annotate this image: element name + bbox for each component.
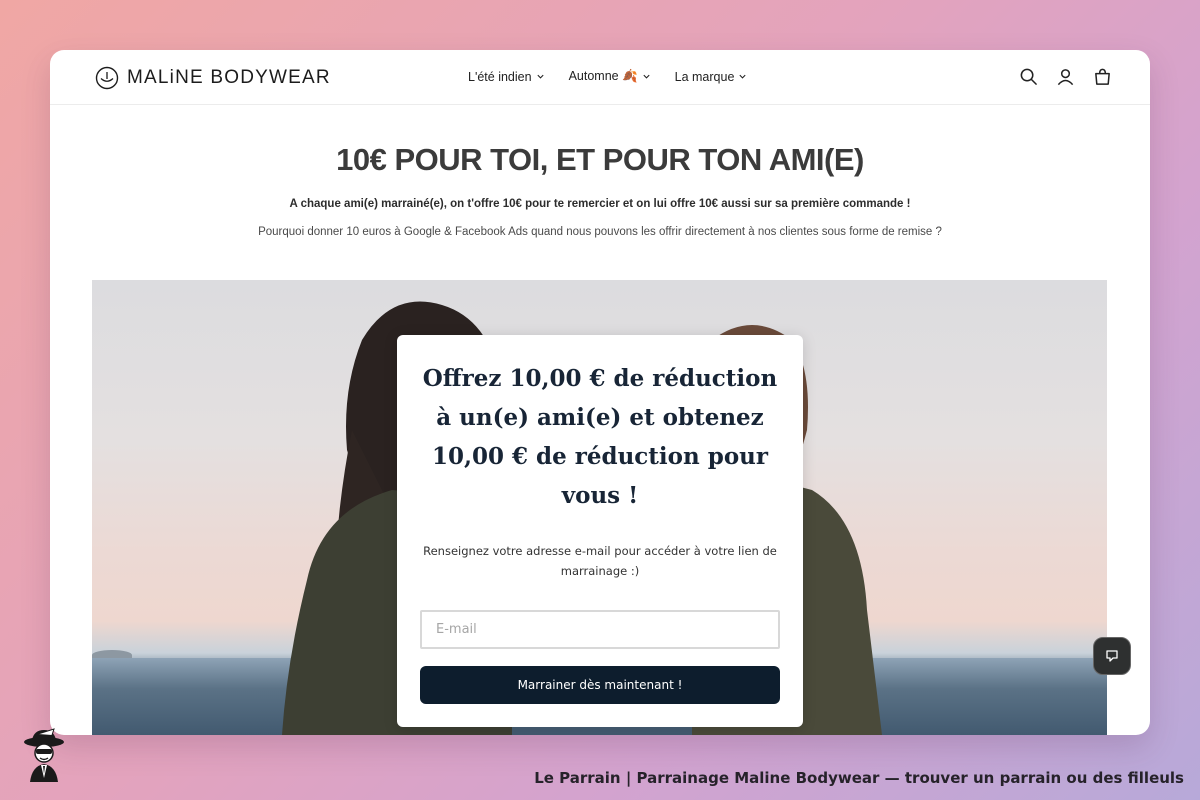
main-nav: L'été indien Automne 🍂 La marque (468, 69, 747, 84)
chevron-down-icon (643, 74, 650, 79)
cart-icon[interactable] (1093, 67, 1112, 86)
page-headline: 10€ POUR TOI, ET POUR TON AMI(E) (336, 142, 864, 177)
nav-item-automne[interactable]: Automne 🍂 (569, 69, 651, 84)
chat-bubble-icon (1106, 650, 1118, 662)
logo-mark-icon (95, 66, 119, 90)
browser-window: MALiNE BODYWEAR L'été indien Automne 🍂 L… (50, 50, 1150, 735)
nav-item-label: Automne 🍂 (568, 69, 638, 83)
referral-instructions: Renseignez votre adresse e-mail pour acc… (423, 544, 777, 578)
page-caption: Le Parrain | Parrainage Maline Bodywear … (534, 769, 1184, 787)
nav-item-la-marque[interactable]: La marque (675, 69, 748, 84)
referral-card: Offrez 10,00 € de réduction à un(e) ami(… (397, 335, 803, 727)
email-field[interactable] (420, 610, 780, 649)
referral-explanation: Pourquoi donner 10 euros à Google & Face… (258, 226, 942, 238)
site-logo[interactable]: MALiNE BODYWEAR (95, 66, 331, 90)
chevron-down-icon (536, 74, 544, 79)
site-header: MALiNE BODYWEAR L'été indien Automne 🍂 L… (50, 50, 1150, 105)
logo-text: MALiNE BODYWEAR (127, 67, 331, 88)
referral-intro: A chaque ami(e) marrainé(e), on t'offre … (289, 198, 911, 210)
chevron-down-icon (739, 74, 746, 79)
referral-offer-title: Offrez 10,00 € de réduction à un(e) ami(… (422, 365, 778, 509)
chat-widget-button[interactable] (1093, 637, 1131, 675)
account-icon[interactable] (1056, 67, 1075, 86)
nav-item-label: La marque (674, 69, 735, 84)
refer-now-button[interactable]: Marrainer dès maintenant ! (420, 666, 780, 704)
parrain-mascot-logo (24, 728, 64, 782)
header-actions (1019, 67, 1112, 86)
nav-item-ete-indien[interactable]: L'été indien (468, 69, 545, 84)
search-icon[interactable] (1019, 67, 1038, 86)
nav-item-label: L'été indien (468, 69, 532, 84)
